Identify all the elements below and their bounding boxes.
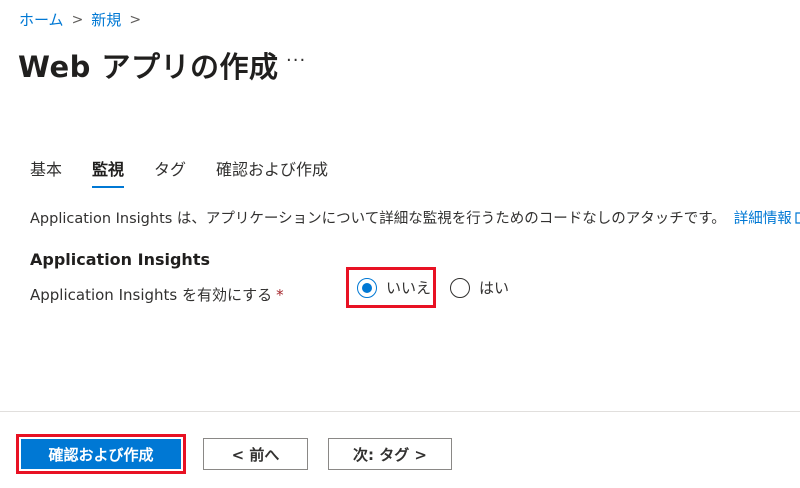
breadcrumb-separator: > (71, 11, 84, 28)
radio-no-circle[interactable] (357, 277, 377, 298)
breadcrumb-home-link[interactable]: ホーム (19, 9, 64, 30)
radio-no-label[interactable]: いいえ (386, 277, 431, 298)
radio-no[interactable]: いいえ (357, 277, 431, 298)
footer-divider (0, 411, 800, 412)
enable-insights-label-text: Application Insights を有効にする (30, 286, 273, 304)
external-link-icon (795, 212, 800, 224)
learn-more-label[interactable]: 詳細情報 (734, 211, 792, 227)
previous-button[interactable]: < 前へ (203, 438, 308, 470)
review-create-button[interactable]: 確認および作成 (21, 439, 181, 469)
section-title: Application Insights (30, 250, 210, 269)
radio-yes-label[interactable]: はい (479, 277, 509, 298)
breadcrumb-new-link[interactable]: 新規 (91, 9, 121, 30)
breadcrumb-separator: > (129, 11, 142, 28)
tab-bar: 基本 監視 タグ 確認および作成 (30, 156, 358, 188)
tab-tags[interactable]: タグ (154, 156, 186, 188)
radio-yes[interactable]: はい (450, 277, 509, 298)
description: Application Insights は、アプリケーションについて詳細な監視… (30, 207, 800, 228)
tab-basics[interactable]: 基本 (30, 156, 62, 188)
tab-review-create[interactable]: 確認および作成 (216, 156, 328, 188)
ellipsis-icon[interactable]: ··· (286, 50, 306, 71)
description-text: Application Insights は、アプリケーションについて詳細な監視… (30, 211, 726, 227)
breadcrumb: ホーム > 新規 > (19, 9, 149, 30)
required-mark: * (276, 286, 284, 304)
learn-more-link[interactable]: 詳細情報 (734, 211, 800, 227)
enable-insights-label: Application Insights を有効にする * (30, 284, 284, 305)
page-title: Web アプリの作成 (18, 50, 279, 84)
radio-yes-circle[interactable] (450, 277, 470, 298)
tab-monitoring[interactable]: 監視 (92, 156, 125, 188)
next-button[interactable]: 次: タグ > (328, 438, 452, 470)
